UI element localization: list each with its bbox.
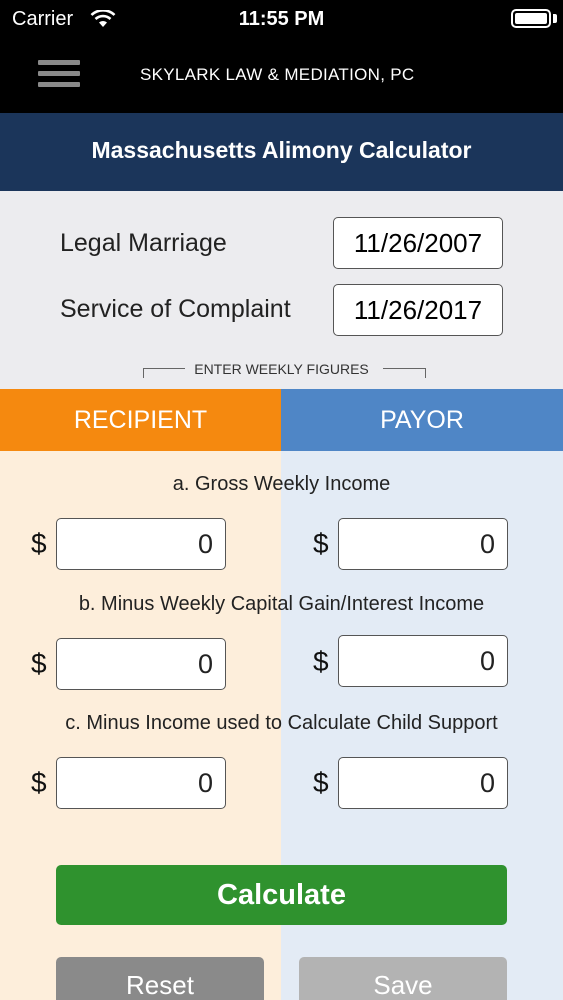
battery-tip: [553, 14, 557, 23]
recipient-gross-income-field[interactable]: 0: [56, 518, 226, 570]
recipient-child-support-field[interactable]: 0: [56, 757, 226, 809]
row-label-capital-gain-income: b. Minus Weekly Capital Gain/Interest In…: [78, 593, 485, 615]
dollar-sign: $: [31, 767, 47, 798]
recipient-capital-gain-field[interactable]: 0: [56, 638, 226, 690]
row-label-child-support-income: c. Minus Income used to Calculate Child …: [65, 712, 498, 734]
battery-icon: [511, 9, 551, 28]
status-bar: Carrier 11:55 PM: [0, 0, 563, 38]
weekly-figures-note: ENTER WEEKLY FIGURES: [194, 361, 369, 377]
payor-child-support-field[interactable]: 0: [338, 757, 508, 809]
dates-section: Legal Marriage 11/26/2007 Service of Com…: [0, 191, 563, 389]
tab-payor[interactable]: PAYOR: [281, 389, 563, 451]
hamburger-menu-icon[interactable]: [38, 58, 80, 92]
dollar-sign: $: [313, 767, 329, 798]
dollar-sign: $: [313, 646, 329, 677]
dollar-sign: $: [31, 528, 47, 559]
title-banner: Massachusetts Alimony Calculator: [0, 113, 563, 191]
row-label-gross-weekly-income: a. Gross Weekly Income: [172, 473, 391, 495]
page-title: Massachusetts Alimony Calculator: [91, 137, 472, 163]
status-time: 11:55 PM: [238, 8, 325, 30]
payor-capital-gain-field[interactable]: 0: [338, 635, 508, 687]
payor-gross-income-field[interactable]: 0: [338, 518, 508, 570]
service-of-complaint-date-field[interactable]: 11/26/2017: [333, 284, 503, 336]
battery-level: [515, 13, 547, 24]
tab-recipient[interactable]: RECIPIENT: [0, 389, 281, 451]
reset-button[interactable]: Reset: [56, 957, 264, 1000]
brand-name: SKYLARK LAW & MEDIATION, PC: [140, 65, 415, 84]
legal-marriage-label: Legal Marriage: [60, 229, 227, 257]
save-button[interactable]: Save: [299, 957, 507, 1000]
calculate-button[interactable]: Calculate: [56, 865, 507, 925]
legal-marriage-date-field[interactable]: 11/26/2007: [333, 217, 503, 269]
dollar-sign: $: [313, 528, 329, 559]
service-of-complaint-label: Service of Complaint: [60, 295, 291, 323]
nav-bar: SKYLARK LAW & MEDIATION, PC: [0, 38, 563, 113]
dollar-sign: $: [31, 648, 47, 679]
